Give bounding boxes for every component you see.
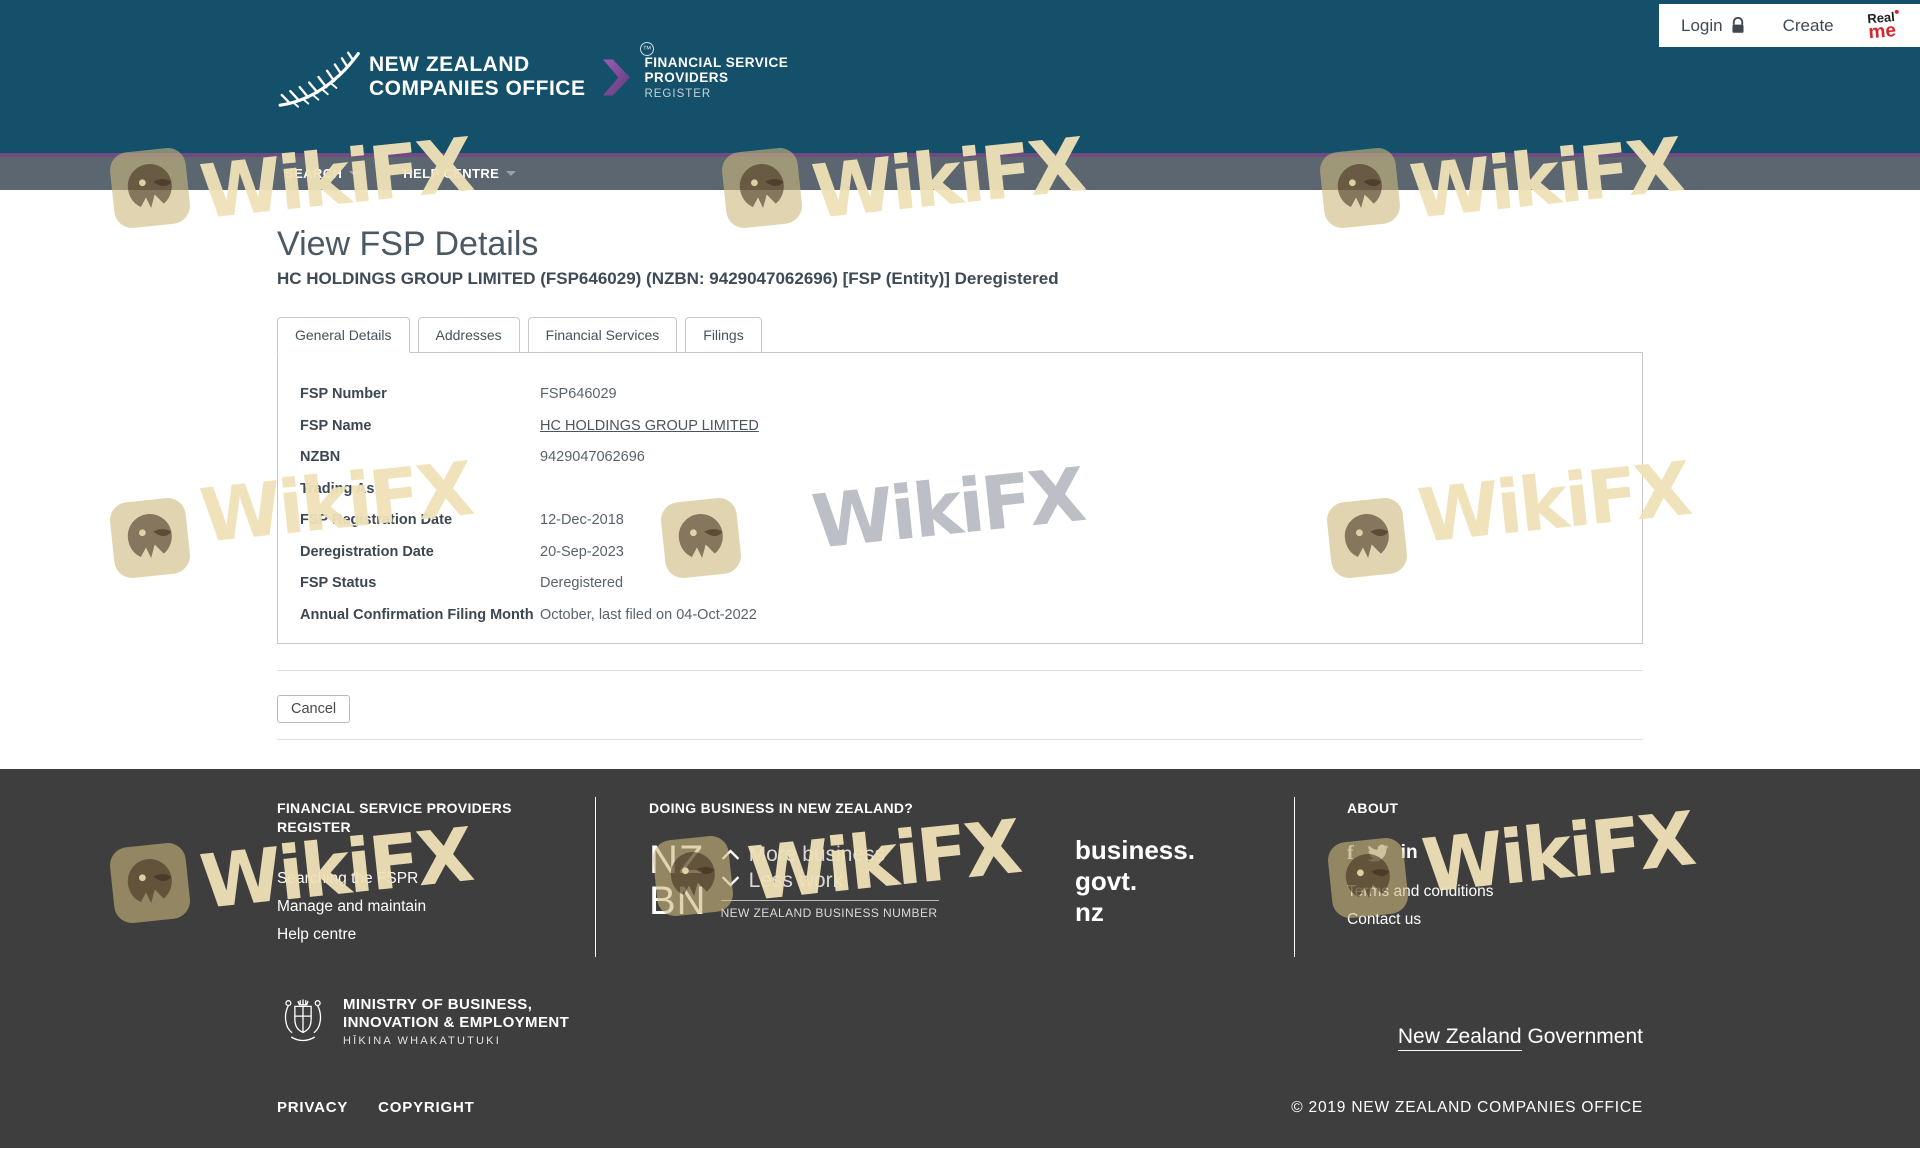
caret-up-icon [721, 849, 739, 861]
privacy-link[interactable]: PRIVACY [277, 1099, 348, 1116]
footer-link-searching-the-fspr[interactable]: Searching the FSPR [277, 865, 527, 893]
register-line-3: REGISTER [644, 87, 712, 100]
detail-row-deregistration-date: Deregistration Date 20-Sep-2023 [300, 537, 1620, 569]
watermark-eagle-icon [108, 496, 192, 580]
tab-general-details[interactable]: General Details [277, 317, 410, 354]
main-nav: SEARCH HELP CENTRE [0, 157, 1920, 190]
detail-label: NZBN [300, 449, 341, 466]
page: Login Create Real me ™ NEW ZEALAND COMPA… [0, 0, 1920, 1149]
business-govt-nz-logo[interactable]: business. govt. nz [1075, 835, 1195, 928]
site-header: Login Create Real me ™ NEW ZEALAND COMPA… [0, 0, 1920, 153]
login-link[interactable]: Login [1681, 16, 1745, 36]
chevron-down-icon [349, 171, 360, 176]
site-footer: FINANCIAL SERVICE PROVIDERS REGISTER Sea… [0, 769, 1920, 1149]
logo-line-1: NEW ZEALAND [369, 53, 530, 76]
lock-icon [1732, 17, 1744, 33]
detail-value: FSP646029 [540, 386, 617, 403]
fern-icon [278, 51, 360, 108]
detail-row-fsp-status: FSP Status Deregistered [300, 568, 1620, 600]
footer-divider [1294, 797, 1295, 958]
tab-addresses[interactable]: Addresses [417, 317, 520, 354]
detail-row-fsp-name: FSP Name HC HOLDINGS GROUP LIMITED [300, 411, 1620, 443]
detail-row-annual-confirmation-filing-month: Annual Confirmation Filing Month October,… [300, 600, 1620, 632]
register-line-1: FINANCIAL SERVICE [644, 54, 789, 70]
nav-search[interactable]: SEARCH [285, 166, 360, 181]
cancel-button[interactable]: Cancel [277, 695, 351, 724]
detail-value: 12-Dec-2018 [540, 512, 624, 529]
footer-heading-fspr: FINANCIAL SERVICE PROVIDERS REGISTER [277, 800, 512, 836]
nzbn-logo[interactable]: NZ BN More business Less work NEW ZEALAN… [649, 840, 939, 922]
copyright-link[interactable]: COPYRIGHT [378, 1099, 474, 1116]
nav-help-centre[interactable]: HELP CENTRE [403, 166, 517, 181]
tab-filings[interactable]: Filings [685, 317, 762, 354]
coat-of-arms-icon [284, 999, 322, 1042]
mbie-logo: MINISTRY OF BUSINESS, INNOVATION & EMPLO… [277, 993, 569, 1049]
chevron-down-icon [506, 171, 517, 176]
detail-label: FSP Number [300, 386, 387, 403]
copyright-notice: © 2019 NEW ZEALAND COMPANIES OFFICE [1291, 1099, 1643, 1117]
detail-value: 9429047062696 [540, 449, 645, 466]
detail-label: Trading As [300, 480, 375, 497]
topbar-login-box: Login Create Real me [1659, 4, 1920, 47]
detail-row-trading-as: Trading As [300, 474, 1620, 506]
fsp-name-link[interactable]: HC HOLDINGS GROUP LIMITED [540, 418, 759, 434]
detail-label: Annual Confirmation Filing Month [300, 606, 534, 623]
caret-down-icon [721, 876, 739, 888]
page-subtitle: HC HOLDINGS GROUP LIMITED (FSP646029) (N… [277, 269, 1059, 289]
detail-row-fsp-registration-date: FSP Registration Date 12-Dec-2018 [300, 505, 1620, 537]
facebook-icon[interactable]: f [1347, 842, 1354, 865]
logo-line-2: COMPANIES OFFICE [369, 77, 586, 100]
divider [277, 739, 1643, 741]
chevron-icon [603, 59, 631, 95]
main-content: View FSP Details HC HOLDINGS GROUP LIMIT… [277, 225, 1643, 741]
divider [277, 670, 1643, 672]
trademark-icon: ™ [640, 42, 654, 56]
nz-government-logo[interactable]: New Zealand Government [1397, 1025, 1643, 1052]
footer-link-contact-us[interactable]: Contact us [1347, 906, 1493, 934]
detail-value: HC HOLDINGS GROUP LIMITED [540, 411, 759, 443]
login-label: Login [1681, 15, 1723, 35]
footer-link-manage-and-maintain[interactable]: Manage and maintain [277, 893, 527, 921]
general-details-panel: FSP Number FSP646029 FSP Name HC HOLDINGS G… [277, 352, 1643, 645]
detail-label: FSP Status [300, 575, 377, 592]
tab-financial-services[interactable]: Financial Services [527, 317, 678, 354]
detail-row-nzbn: NZBN 9429047062696 [300, 442, 1620, 474]
footer-link-help-centre[interactable]: Help centre [277, 921, 527, 949]
page-title: View FSP Details [277, 225, 539, 263]
detail-row-fsp-number: FSP Number FSP646029 [300, 379, 1620, 411]
twitter-icon[interactable] [1366, 842, 1389, 865]
detail-label: Deregistration Date [300, 543, 434, 560]
detail-label: FSP Registration Date [300, 512, 453, 529]
realme-logo[interactable]: Real me [1866, 9, 1901, 43]
tab-bar: General Details Addresses Financial Servic… [277, 317, 1643, 354]
register-line-2: PROVIDERS [644, 70, 729, 85]
detail-label: FSP Name [300, 417, 372, 434]
divider [720, 900, 939, 902]
realme-dot [1894, 9, 1900, 14]
footer-divider [595, 797, 596, 958]
footer-heading-doing-business: DOING BUSINESS IN NEW ZEALAND? [649, 800, 914, 817]
footer-heading-about: ABOUT [1347, 800, 1399, 817]
site-logo[interactable]: ™ NEW ZEALAND COMPANIES OFFICE FINANCIAL… [277, 42, 789, 110]
footer-link-terms-and-conditions[interactable]: Terms and conditions [1347, 878, 1493, 906]
detail-value: 20-Sep-2023 [540, 543, 624, 560]
linkedin-icon[interactable]: in [1401, 842, 1418, 864]
detail-value: Deregistered [540, 575, 624, 592]
create-link[interactable]: Create [1783, 16, 1834, 36]
detail-value: October, last filed on 04-Oct-2022 [540, 606, 757, 623]
